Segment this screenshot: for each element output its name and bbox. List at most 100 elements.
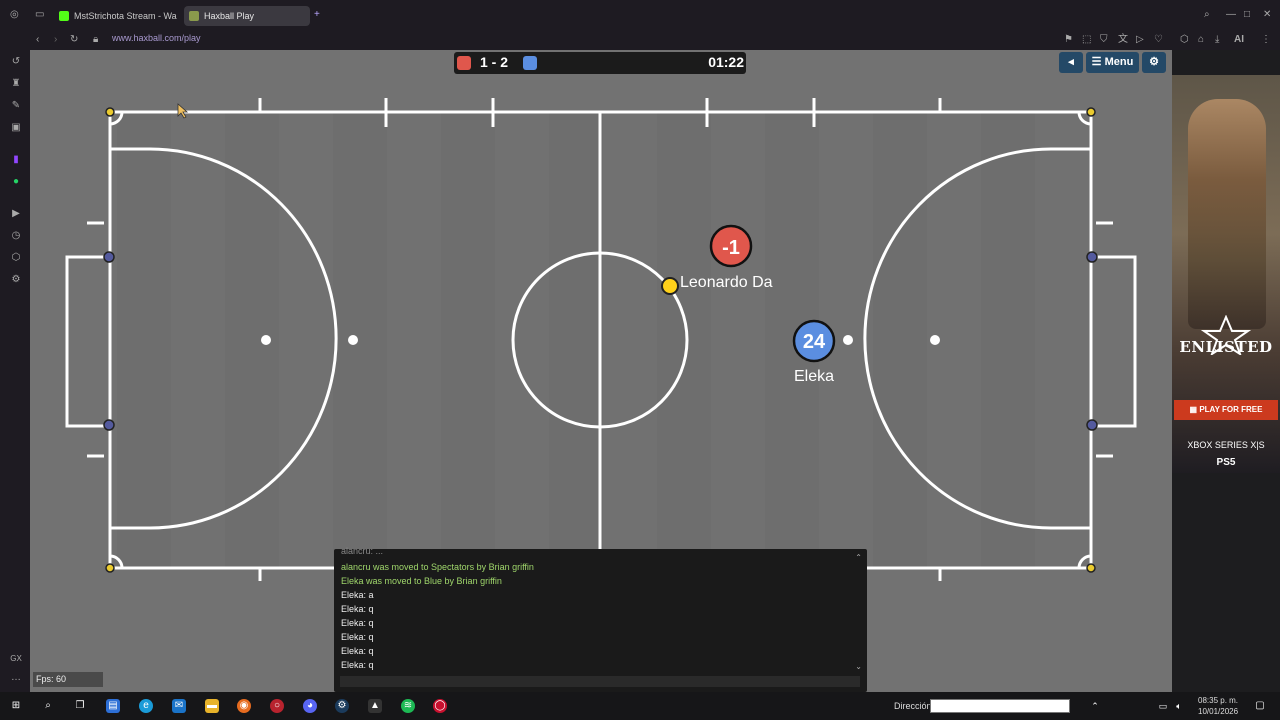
play-icon[interactable]: ▷ (1136, 34, 1144, 46)
browser-logo-icon[interactable]: ◎ (10, 9, 19, 21)
blue-player-number: 24 (803, 331, 826, 353)
fps-counter: Fps: 60 (33, 672, 103, 687)
right-empty-pane (1172, 473, 1280, 692)
task-view-icon[interactable]: ❐ (73, 699, 87, 713)
ad-ps5-label: PS5 (1216, 457, 1236, 468)
clock-time: 08:35 p. m. (1198, 696, 1239, 705)
screenshot-icon[interactable]: ⬚ (1082, 34, 1091, 46)
edge-icon[interactable]: e (139, 699, 153, 713)
chevron-up-icon[interactable]: ⌃ (855, 553, 862, 562)
ad-cta-label: PLAY FOR FREE (1199, 405, 1263, 414)
blue-player-name: Eleka (794, 368, 834, 385)
shield-icon[interactable]: ⛉ (1100, 34, 1108, 46)
score: 1 - 2 (480, 54, 509, 70)
url-field[interactable]: www.haxball.com/play (112, 33, 201, 43)
gx-label[interactable]: GX (10, 653, 22, 665)
ad-brand: ENLISTED (1179, 338, 1273, 356)
store-icon[interactable]: ▤ (106, 699, 120, 713)
forward-icon[interactable]: › (54, 34, 57, 46)
maximize-icon[interactable]: □ (1244, 9, 1250, 21)
chat-line: Eleka: q (341, 618, 374, 628)
chat-line: Eleka: q (341, 646, 374, 656)
notification-icon[interactable]: ▢ (1253, 699, 1267, 713)
taskbar: ⊞ ⌕ ❐ ▤ e ✉ ▬ ◉ ○ ◕ ⚙ ▲ ≋ ◯ Dirección ⌃ … (0, 692, 1280, 720)
reload-icon[interactable]: ↻ (70, 34, 78, 46)
news-icon[interactable]: ▣ (10, 122, 22, 134)
extensions-icon[interactable]: ⬡ (1180, 34, 1189, 46)
chat-input[interactable] (340, 676, 860, 687)
windows-start-icon[interactable]: ⊞ (9, 699, 23, 713)
tab-kick-stream[interactable]: MstStrichota Stream - Wa (54, 6, 178, 26)
ad-xbox-label: XBOX SERIES X|S (1187, 440, 1265, 450)
address-toolbar-label: Dirección (894, 701, 932, 711)
blue-team-icon (523, 56, 537, 70)
spotify-icon[interactable]: ≋ (401, 699, 415, 713)
chat-line: Eleka: q (341, 660, 374, 670)
chat-line: Eleka was moved to Blue by Brian griffin (341, 576, 502, 586)
network-icon[interactable]: ▭ (1156, 699, 1170, 713)
red-player: -1 (709, 224, 753, 268)
chat-line-partial: alancru: ... (341, 546, 384, 556)
search-icon[interactable]: ⌕ (1204, 9, 1210, 21)
scoreboard: 1 - 2 01:22 (454, 52, 746, 74)
wallet-icon[interactable]: ⌂ (1198, 34, 1204, 46)
close-icon[interactable]: ✕ (1263, 9, 1271, 21)
clock-icon[interactable]: ◷ (10, 230, 22, 242)
player-icon[interactable]: ▶ (10, 208, 22, 220)
browser-tab-bar: ◎ ▭ MstStrichota Stream - Wa Haxball Pla… (0, 0, 1280, 30)
chevron-down-icon[interactable]: ⌄ (855, 662, 862, 671)
address-toolbar-input[interactable] (930, 699, 1070, 713)
cube-icon[interactable]: ⬡ (10, 252, 22, 264)
back-icon[interactable]: ‹ (36, 34, 39, 46)
folder-icon[interactable]: ▬ (205, 699, 219, 713)
heart-icon[interactable]: ♡ (1154, 34, 1163, 46)
tab-label: MstStrichota Stream - Wa (74, 11, 177, 21)
discord-icon[interactable]: ◕ (303, 699, 317, 713)
twitch-icon[interactable]: ▮ (10, 154, 22, 166)
more-icon[interactable]: ⋮ (1261, 34, 1271, 46)
history-icon[interactable]: ↺ (10, 56, 22, 68)
minimize-icon[interactable]: — (1226, 9, 1236, 21)
chat-line: alancru was moved to Spectators by Brian… (341, 562, 534, 572)
more-icon[interactable]: … (10, 672, 22, 684)
advertisement[interactable]: ENLISTED ▦ PLAY FOR FREE XBOX SERIES X|S… (1172, 75, 1280, 473)
red-player-number: -1 (722, 237, 740, 259)
ball (661, 277, 679, 295)
opera-icon[interactable]: ◯ (433, 699, 447, 713)
steam-icon[interactable]: ⚙ (335, 699, 349, 713)
volume-icon[interactable]: 🔈︎ (1172, 699, 1186, 713)
edit-icon[interactable]: ✎ (10, 100, 22, 112)
bookmark-icon[interactable]: ⚑ (1064, 34, 1073, 46)
whatsapp-icon[interactable]: ● (10, 176, 22, 188)
ad-soldier-image (1188, 99, 1266, 329)
player-name-label: Leonardo Da (680, 274, 773, 291)
firefox-icon[interactable]: ◉ (237, 699, 251, 713)
haxball-icon (189, 11, 199, 21)
address-bar: ‹ › ↻ 🔒︎ www.haxball.com/play ⚑ ⬚ ⛉ 文 ▷ … (0, 30, 1280, 50)
ai-button[interactable]: AI (1234, 34, 1244, 46)
gaming-icon[interactable]: ♜ (10, 78, 22, 90)
settings-button[interactable]: ⚙ (1142, 52, 1166, 73)
settings-icon[interactable]: ⚙ (10, 274, 22, 286)
chat-line: Eleka: q (341, 632, 374, 642)
clock[interactable]: 08:35 p. m. 10/01/2026 (1198, 695, 1238, 717)
game-menu-group: ◂ ☰ Menu ⚙ (1059, 52, 1167, 73)
windows-icon: ▦ (1189, 405, 1198, 414)
tab-list-icon[interactable]: ▭ (35, 9, 44, 21)
chevron-up-icon[interactable]: ⌃ (1088, 699, 1102, 713)
outlook-icon[interactable]: ✉ (172, 699, 186, 713)
download-icon[interactable]: ⤓ (1215, 34, 1219, 46)
tab-haxball[interactable]: Haxball Play (184, 6, 310, 26)
chat-line: Eleka: q (341, 604, 374, 614)
translate-icon[interactable]: 文 (1118, 34, 1128, 46)
new-tab-button[interactable]: + (314, 9, 320, 21)
blue-player: 24 (792, 319, 836, 363)
sound-button[interactable]: ◂ (1059, 52, 1083, 73)
opera-gx-icon[interactable]: ○ (270, 699, 284, 713)
menu-button[interactable]: ☰ Menu (1086, 52, 1139, 73)
tab-label: Haxball Play (204, 11, 255, 21)
menu-label: Menu (1104, 56, 1134, 68)
epic-icon[interactable]: ▲ (368, 699, 382, 713)
ad-play-button[interactable]: ▦ PLAY FOR FREE (1174, 400, 1278, 420)
search-icon[interactable]: ⌕ (41, 699, 55, 713)
